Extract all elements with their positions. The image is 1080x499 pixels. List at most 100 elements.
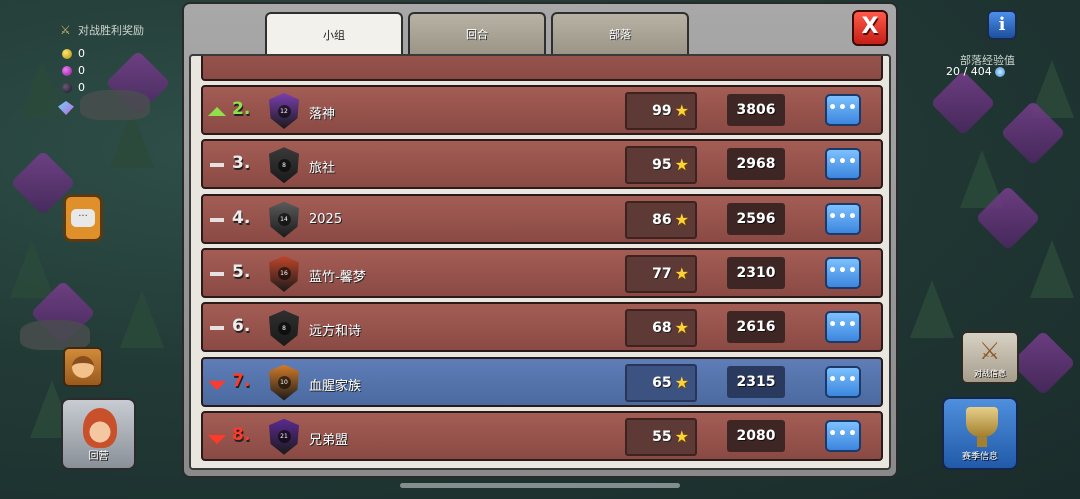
clan-name: 落神 <box>309 107 336 122</box>
stars-value: 95 <box>652 157 672 174</box>
stars-count: 95 ★ <box>625 146 697 185</box>
builder-button[interactable] <box>63 347 103 387</box>
clan-name: 旅社 <box>309 161 336 177</box>
more-options-button[interactable]: ••• <box>825 94 861 126</box>
clan-badge-icon: 14 <box>269 201 299 238</box>
star-icon: ★ <box>674 209 689 229</box>
stars-value: 65 <box>652 374 672 391</box>
info-button[interactable]: i <box>987 10 1017 40</box>
chat-icon: ··· <box>71 209 95 227</box>
clan-badge-icon: 12 <box>269 93 299 129</box>
return-home-button[interactable]: 回营 <box>61 398 136 470</box>
tab-group[interactable]: 小组 <box>265 12 403 56</box>
star-icon: ★ <box>674 101 689 120</box>
destruction-points: 2315 <box>727 365 785 398</box>
destruction-points: 3806 <box>727 94 785 126</box>
rank-down-icon <box>208 380 226 390</box>
stars-count: 55 ★ <box>625 417 697 456</box>
table-row[interactable]: 6. 8 远方和诗 68 ★ 2616 ••• <box>201 302 883 353</box>
gold-reward: 0 <box>62 47 85 60</box>
gold-icon <box>62 48 72 59</box>
more-options-button[interactable]: ••• <box>825 419 861 452</box>
dark-elixir-reward: 0 <box>62 81 85 94</box>
war-win-reward: ⚔ 对战胜利奖励 <box>60 22 144 38</box>
close-button[interactable]: X <box>852 10 888 46</box>
war-info-button[interactable]: ⚔ 对战信息 <box>961 331 1019 384</box>
xp-icon <box>994 66 1005 77</box>
season-info-button[interactable]: 赛季信息 <box>942 397 1018 470</box>
clan-level: 10 <box>277 376 291 389</box>
tab-round[interactable]: 回合 <box>408 12 546 54</box>
destruction-points: 2968 <box>727 148 785 181</box>
chat-button[interactable]: ··· <box>63 194 103 242</box>
clan-level: 12 <box>277 104 291 118</box>
table-row[interactable]: 8. 21 兄弟盟 55 ★ 2080 ••• <box>201 410 883 461</box>
elixir-reward: 0 <box>62 64 85 77</box>
trophy-icon <box>966 407 998 447</box>
clan-name: 远方和诗 <box>309 324 362 340</box>
rank-number: 8. <box>232 424 251 445</box>
more-options-button[interactable]: ••• <box>825 365 861 398</box>
clan-badge-icon: 10 <box>269 364 299 401</box>
more-options-button[interactable]: ••• <box>825 202 861 235</box>
resource-list: 0 0 0 <box>62 47 85 94</box>
builder-icon <box>72 356 94 378</box>
stars-count: 99 ★ <box>625 92 697 130</box>
clan-level: 16 <box>277 267 291 281</box>
more-options-button[interactable]: ••• <box>825 311 861 344</box>
stars-count: 86 ★ <box>625 200 697 239</box>
clan-name: 蓝竹-馨梦 <box>309 269 366 285</box>
clan-badge-icon: 8 <box>269 310 299 347</box>
destruction-points: 2310 <box>727 256 785 289</box>
table-row[interactable]: 4. 14 2025 86 ★ 2596 ••• <box>201 193 883 244</box>
gold-value: 0 <box>78 47 85 60</box>
star-icon: ★ <box>674 318 689 338</box>
stars-count: 68 ★ <box>625 309 697 348</box>
war-info-label: 对战信息 <box>974 369 1006 378</box>
crossed-swords-icon: ⚔ <box>60 23 71 37</box>
clan-badge-icon: 21 <box>269 418 299 455</box>
clan-level: 14 <box>277 213 291 227</box>
return-home-label: 回营 <box>88 451 109 462</box>
elixir-value: 0 <box>78 64 85 77</box>
stars-value: 99 <box>652 103 672 119</box>
destruction-points: 2080 <box>727 419 785 452</box>
rank-number: 7. <box>232 370 251 391</box>
rank-number: 4. <box>232 207 251 228</box>
rank-unchanged-icon <box>210 217 224 222</box>
more-options-button[interactable]: ••• <box>825 148 861 181</box>
stars-value: 86 <box>652 211 672 228</box>
clan-level: 21 <box>277 430 291 444</box>
stars-count: 77 ★ <box>625 254 697 293</box>
stars-value: 55 <box>652 428 672 445</box>
tab-clan[interactable]: 部落 <box>551 12 689 54</box>
more-options-button[interactable]: ••• <box>825 256 861 289</box>
star-icon: ★ <box>674 155 689 175</box>
destruction-points: 2596 <box>727 202 785 235</box>
home-indicator <box>400 483 680 488</box>
destruction-points: 2616 <box>727 311 785 344</box>
clan-badge-icon: 16 <box>269 255 299 292</box>
dark-elixir-icon <box>62 82 72 93</box>
stars-count: 65 ★ <box>625 363 697 402</box>
clan-xp: 20 / 404 <box>946 65 1005 78</box>
elixir-icon <box>62 65 72 76</box>
ranking-list-container[interactable]: 2. 12 落神 99 ★ 3806 ••• 3. 8 旅社 95 ★ 2968 ••• 4. 14 2025 8… <box>189 54 891 470</box>
table-row[interactable]: 2. 12 落神 99 ★ 3806 ••• <box>201 85 883 135</box>
rank-unchanged-icon <box>210 163 224 168</box>
clan-xp-value: 20 / 404 <box>946 65 992 78</box>
rank-unchanged-icon <box>210 271 224 276</box>
stars-value: 77 <box>652 265 672 282</box>
table-row[interactable]: 3. 8 旅社 95 ★ 2968 ••• <box>201 139 883 190</box>
rank-unchanged-icon <box>210 326 224 331</box>
star-icon: ★ <box>674 372 689 392</box>
clan-name: 兄弟盟 <box>309 432 349 448</box>
table-row[interactable]: 5. 16 蓝竹-馨梦 77 ★ 2310 ••• <box>201 247 883 298</box>
rank-number: 2. <box>232 99 251 119</box>
star-icon: ★ <box>674 263 689 283</box>
table-row[interactable]: 7. 10 血腥家族 65 ★ 2315 ••• <box>201 356 883 407</box>
crossed-swords-icon: ⚔ <box>979 337 1001 365</box>
star-icon: ★ <box>674 426 689 446</box>
dark-elixir-value: 0 <box>78 81 85 94</box>
war-win-reward-label: 对战胜利奖励 <box>78 24 144 37</box>
